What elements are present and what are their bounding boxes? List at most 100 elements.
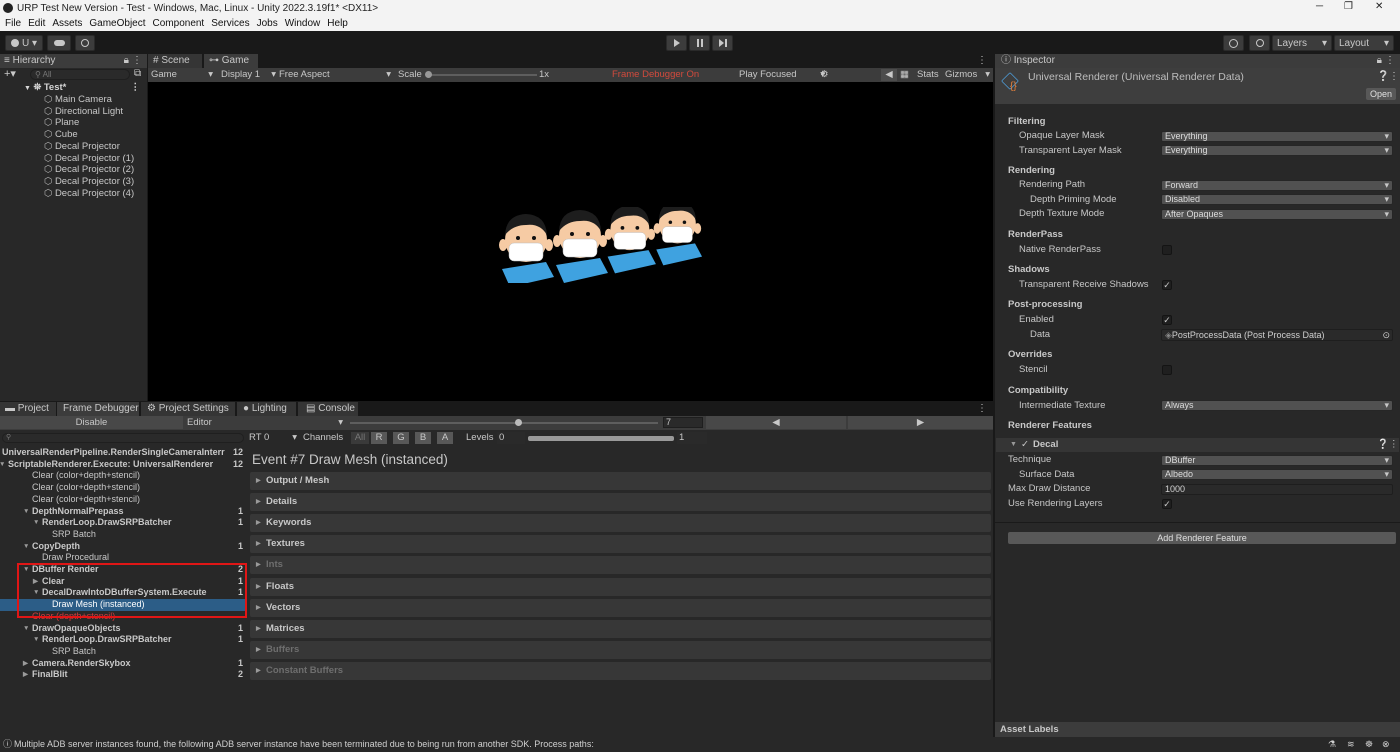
- collab-button[interactable]: [75, 35, 95, 51]
- event-index-input[interactable]: 7: [663, 417, 703, 428]
- stencil-checkbox[interactable]: [1162, 365, 1172, 375]
- native-renderpass-checkbox[interactable]: [1162, 245, 1172, 255]
- step-button[interactable]: [712, 35, 733, 51]
- menu-assets[interactable]: Assets: [52, 17, 82, 31]
- tab-project-settings[interactable]: ⚙ Project Settings: [141, 402, 235, 416]
- menu-component[interactable]: Component: [153, 17, 205, 31]
- pause-button[interactable]: [689, 35, 710, 51]
- decal-enabled-checkbox[interactable]: ✓: [1021, 438, 1029, 452]
- event-row[interactable]: Clear (color+depth+stencil): [0, 470, 246, 482]
- tab-scene[interactable]: # Scene: [148, 54, 202, 68]
- event-row[interactable]: ▼ DepthNormalPrepass 1: [0, 506, 246, 518]
- hierarchy-item[interactable]: ⬡ Decal Projector (2): [44, 164, 134, 176]
- event-row[interactable]: ▼UniversalRenderPipeline.RenderSingleCam…: [0, 447, 246, 459]
- foldout-floats[interactable]: Floats: [250, 577, 991, 596]
- kebab-menu-icon[interactable]: ⋮: [977, 55, 987, 66]
- hierarchy-item[interactable]: ⬡ Decal Projector (1): [44, 153, 134, 165]
- transparent-shadows-checkbox[interactable]: ✓: [1162, 280, 1172, 290]
- tab-project[interactable]: ▬ Project: [0, 402, 56, 416]
- scene-root[interactable]: ▼ ⛯ Test* ⋮: [24, 82, 146, 94]
- gizmos-dropdown[interactable]: Gizmos ▾: [945, 68, 990, 82]
- hierarchy-item[interactable]: ⬡ Directional Light: [44, 106, 123, 118]
- foldout-details[interactable]: Details: [250, 493, 991, 512]
- technique-dropdown[interactable]: DBuffer: [1161, 455, 1393, 466]
- tab-console[interactable]: ▤ Console: [298, 402, 358, 416]
- event-slider-thumb[interactable]: [515, 419, 522, 426]
- help-icon[interactable]: ❔: [1377, 438, 1389, 452]
- foldout-output-mesh[interactable]: Output / Mesh: [250, 472, 991, 490]
- expand-arrow-icon[interactable]: ▼: [1010, 438, 1017, 452]
- inspector-tab[interactable]: ⓘ Inspector 🔒︎ ⋮: [995, 54, 1400, 68]
- display-dropdown[interactable]: Display 1 ▾: [221, 68, 276, 82]
- kebab-menu-icon[interactable]: ⋮: [977, 402, 987, 416]
- hierarchy-tab[interactable]: ≡ Hierarchy 🔒︎ ⋮: [0, 54, 147, 68]
- asset-labels-bar[interactable]: Asset Labels: [995, 722, 1400, 737]
- layers-dropdown[interactable]: Layers ▾: [1272, 35, 1332, 51]
- expand-arrow-icon[interactable]: ▼: [23, 506, 29, 518]
- menu-file[interactable]: File: [5, 17, 21, 31]
- menu-jobs[interactable]: Jobs: [257, 17, 278, 31]
- expand-arrow-icon[interactable]: ▼: [24, 85, 31, 92]
- progress-icon[interactable]: ≋: [1347, 737, 1355, 752]
- tab-lighting[interactable]: ● Lighting: [237, 402, 296, 416]
- prev-event-button[interactable]: ◀: [706, 416, 846, 429]
- kebab-menu-icon[interactable]: ⋮: [132, 54, 142, 68]
- help-icon[interactable]: ❔: [1377, 71, 1389, 82]
- menu-services[interactable]: Services: [211, 17, 249, 31]
- max-draw-distance-input[interactable]: 1000: [1161, 484, 1393, 495]
- lock-icon[interactable]: 🔒︎: [124, 54, 129, 68]
- kebab-menu-icon[interactable]: ⋮: [1389, 71, 1399, 82]
- kebab-menu-icon[interactable]: ⋮: [1385, 54, 1395, 68]
- expand-arrow-icon[interactable]: ▼: [23, 541, 29, 553]
- play-button[interactable]: [666, 35, 687, 51]
- event-row[interactable]: ▼ DrawOpaqueObjects 1: [0, 623, 246, 635]
- search-input[interactable]: ⚲ All: [30, 69, 130, 80]
- decal-feature-header[interactable]: ▼ ✓ Decal ❔ ⋮: [996, 438, 1399, 452]
- events-search-input[interactable]: ⚲: [2, 433, 244, 443]
- collapse-arrow-icon[interactable]: ▶: [23, 658, 28, 670]
- expand-arrow-icon[interactable]: ▼: [23, 623, 29, 635]
- rendering-path-dropdown[interactable]: Forward: [1161, 180, 1393, 191]
- lock-icon[interactable]: 🔒︎: [1377, 54, 1382, 68]
- menu-gameobject[interactable]: GameObject: [89, 17, 145, 31]
- kebab-menu-icon[interactable]: ⋮: [1389, 438, 1399, 452]
- event-row[interactable]: ▼ RenderLoop.DrawSRPBatcher 1: [0, 634, 246, 646]
- expand-arrow-icon[interactable]: ▼: [0, 459, 5, 471]
- search-button[interactable]: [1249, 35, 1270, 51]
- depth-priming-dropdown[interactable]: Disabled: [1161, 194, 1393, 205]
- event-row[interactable]: ▼ CopyDepth 1: [0, 541, 246, 553]
- stats-button[interactable]: Stats: [917, 68, 939, 82]
- game-viewport[interactable]: [148, 82, 993, 401]
- foldout-ints[interactable]: Ints: [250, 556, 991, 575]
- surface-data-dropdown[interactable]: Albedo: [1161, 469, 1393, 480]
- event-row[interactable]: ▶ Camera.RenderSkybox 1: [0, 658, 246, 670]
- menu-help[interactable]: Help: [327, 17, 348, 31]
- channel-a-button[interactable]: A: [437, 432, 453, 444]
- target-dropdown[interactable]: Editor ▾: [185, 416, 345, 429]
- hierarchy-item[interactable]: ⬡ Main Camera: [44, 94, 112, 106]
- render-target-dropdown[interactable]: RT 0 ▾: [249, 432, 297, 444]
- depth-texture-dropdown[interactable]: After Opaques: [1161, 209, 1393, 220]
- maximize-button[interactable]: ❐: [1344, 1, 1353, 12]
- levels-max-input[interactable]: 1: [677, 432, 707, 444]
- mute-audio-icon[interactable]: ◀: [881, 69, 897, 81]
- scale-slider-thumb[interactable]: [425, 71, 432, 78]
- scale-slider[interactable]: [425, 71, 537, 78]
- expand-arrow-icon[interactable]: ▼: [33, 517, 39, 529]
- tab-game[interactable]: ⊶ Game: [204, 54, 258, 68]
- menu-edit[interactable]: Edit: [28, 17, 45, 31]
- kebab-menu-icon[interactable]: ⋮: [131, 82, 141, 94]
- foldout-textures[interactable]: Textures: [250, 535, 991, 554]
- hierarchy-item[interactable]: ⬡ Plane: [44, 117, 79, 129]
- filter-icon[interactable]: ⧉: [134, 68, 141, 79]
- channel-b-button[interactable]: B: [415, 432, 431, 444]
- levels-min-input[interactable]: 0: [497, 432, 525, 444]
- event-row[interactable]: ▶ FinalBlit 2: [0, 669, 246, 681]
- intermediate-texture-dropdown[interactable]: Always: [1161, 400, 1393, 411]
- network-icon[interactable]: ⚗: [1328, 737, 1336, 752]
- hierarchy-item[interactable]: ⬡ Decal Projector (4): [44, 188, 134, 200]
- add-renderer-feature-button[interactable]: Add Renderer Feature: [1008, 532, 1396, 544]
- play-focused-dropdown[interactable]: Play Focused ▾: [739, 68, 825, 82]
- post-processing-enabled-checkbox[interactable]: ✓: [1162, 315, 1172, 325]
- keyboard-icon[interactable]: ▦: [900, 68, 909, 82]
